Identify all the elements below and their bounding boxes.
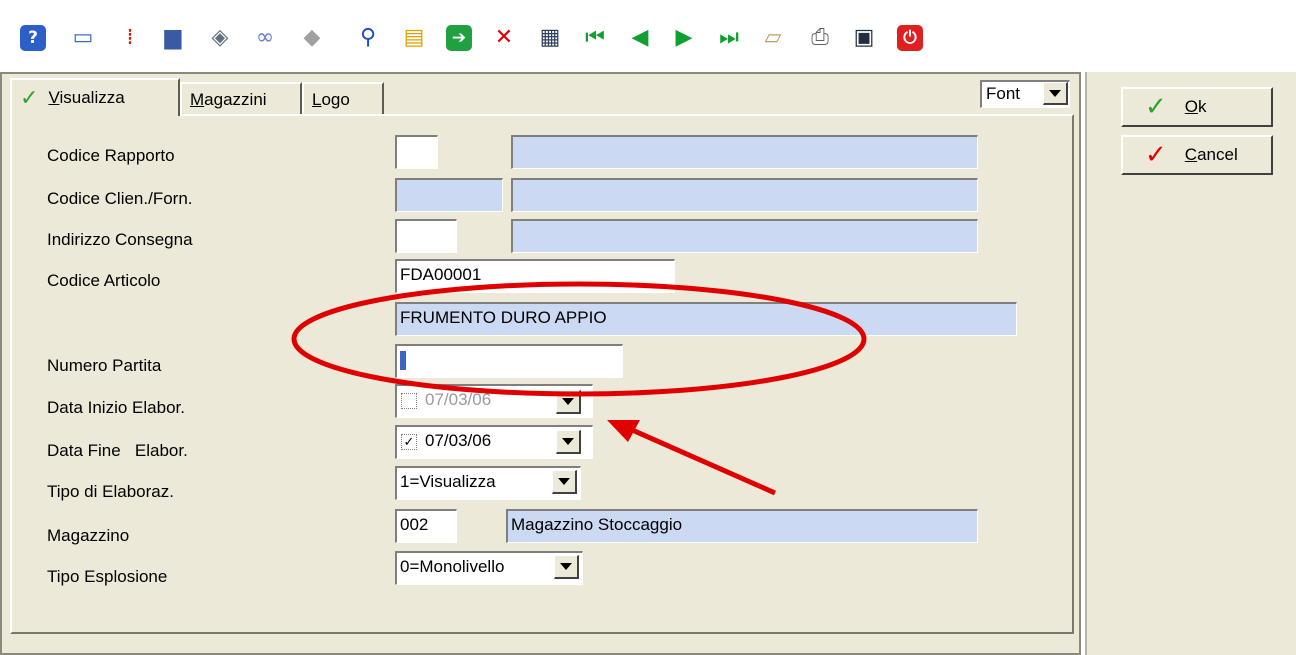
printer-setup-icon[interactable]: ◈ xyxy=(207,25,233,51)
last-record-icon[interactable]: ⏭ xyxy=(716,25,742,51)
font-select-dropdown-button[interactable] xyxy=(1043,82,1068,105)
tipo-elaboraz-value: 1=Visualizza xyxy=(400,472,496,491)
cancel-button[interactable]: ✓ Cancel xyxy=(1121,135,1273,175)
data-fine-dropdown-button[interactable] xyxy=(556,430,581,454)
indirizzo-consegna-description xyxy=(511,219,978,253)
report-icon[interactable]: ▣ xyxy=(851,25,877,51)
cursor-icon[interactable]: ⁞ xyxy=(117,25,143,51)
help-icon[interactable]: ? xyxy=(20,25,46,51)
numero-partita-input[interactable] xyxy=(395,344,623,378)
indirizzo-consegna-input[interactable] xyxy=(395,219,457,253)
numero-partita-label: Numero Partita xyxy=(47,356,162,375)
diamond-icon[interactable]: ◆ xyxy=(299,25,325,51)
chevron-down-icon xyxy=(562,438,574,445)
first-record-icon[interactable]: ⏮ xyxy=(582,25,608,51)
chevron-down-icon xyxy=(560,563,572,570)
cancel-button-label: Cancel xyxy=(1184,145,1238,164)
delete-icon[interactable]: ✕ xyxy=(491,25,517,51)
previous-record-icon[interactable]: ◀ xyxy=(627,25,653,51)
codice-articolo-label: Codice Articolo xyxy=(47,271,161,290)
font-select-value: Font xyxy=(986,84,1021,103)
tab-visualizza-label: Visualizza xyxy=(48,88,125,107)
monitor-icon[interactable]: ▆ xyxy=(160,25,186,51)
enter-icon[interactable]: ➔ xyxy=(446,25,472,51)
check-icon: ✓ xyxy=(20,85,39,111)
codice-articolo-description: FRUMENTO DURO APPIO xyxy=(395,302,1017,336)
toolbar: ? ▭ ⁞ ▆ ◈ ∞ ◆ ⚲ ▤ ➔ ✕ ▦ ⏮ ◀ ▶ ⏭ ▱ ⎙ ▣ ⏻ xyxy=(0,0,1296,72)
tipo-elaboraz-dropdown-button[interactable] xyxy=(552,470,577,494)
next-record-icon[interactable]: ▶ xyxy=(671,25,697,51)
codice-rapporto-description xyxy=(511,135,978,169)
check-icon: ✓ xyxy=(1145,140,1167,170)
folder-icon[interactable]: ▤ xyxy=(401,25,427,51)
link-icon[interactable]: ∞ xyxy=(252,25,278,51)
exit-icon[interactable]: ⏻ xyxy=(897,25,923,51)
codice-articolo-input[interactable]: FDA00001 xyxy=(395,259,675,293)
data-fine-value: 07/03/06 xyxy=(425,431,492,450)
tipo-elaboraz-label: Tipo di Elaboraz. xyxy=(47,482,174,501)
codice-rapporto-label: Codice Rapporto xyxy=(47,146,175,165)
chat-icon[interactable]: ▭ xyxy=(70,25,96,51)
magazzino-input[interactable]: 002 xyxy=(395,509,457,543)
chevron-down-icon xyxy=(562,398,574,405)
tab-logo-label: Logo xyxy=(312,89,350,109)
codice-clien-forn-label: Codice Clien./Forn. xyxy=(47,189,193,208)
indirizzo-consegna-label: Indirizzo Consegna xyxy=(47,230,193,249)
magazzino-description: Magazzino Stoccaggio xyxy=(506,509,978,543)
data-inizio-label: Data Inizio Elabor. xyxy=(47,398,185,417)
calculator-icon[interactable]: ▦ xyxy=(537,25,563,51)
print-icon[interactable]: ⎙ xyxy=(807,25,833,51)
search-icon[interactable]: ⚲ xyxy=(355,25,381,51)
ok-button-label: Ok xyxy=(1184,97,1207,116)
chevron-down-icon xyxy=(1049,89,1061,97)
tab-logo[interactable]: Logo xyxy=(302,82,384,115)
data-inizio-value: 07/03/06 xyxy=(425,390,492,409)
book-icon[interactable]: ▱ xyxy=(760,25,786,51)
data-fine-checkbox[interactable]: ✓ xyxy=(401,434,417,450)
data-inizio-dropdown-button[interactable] xyxy=(556,390,581,414)
codice-rapporto-input[interactable] xyxy=(395,135,438,169)
codice-clien-forn-input[interactable] xyxy=(395,178,503,212)
check-icon: ✓ xyxy=(1145,92,1167,122)
data-inizio-checkbox[interactable] xyxy=(401,393,417,409)
tab-magazzini[interactable]: Magazzini xyxy=(180,82,302,115)
tab-visualizza[interactable]: ✓ Visualizza xyxy=(10,78,180,116)
ok-button[interactable]: ✓ Ok xyxy=(1121,87,1273,127)
tab-magazzini-label: Magazzini xyxy=(190,89,267,109)
chevron-down-icon xyxy=(558,478,570,485)
tipo-esplosione-value: 0=Monolivello xyxy=(400,557,505,576)
codice-clien-forn-description xyxy=(511,178,978,212)
tipo-esplosione-label: Tipo Esplosione xyxy=(47,567,168,586)
text-cursor xyxy=(400,351,406,371)
data-fine-label: Data Fine Elabor. xyxy=(47,441,188,460)
magazzino-label: Magazzino xyxy=(47,526,130,545)
tipo-esplosione-dropdown-button[interactable] xyxy=(554,555,579,579)
